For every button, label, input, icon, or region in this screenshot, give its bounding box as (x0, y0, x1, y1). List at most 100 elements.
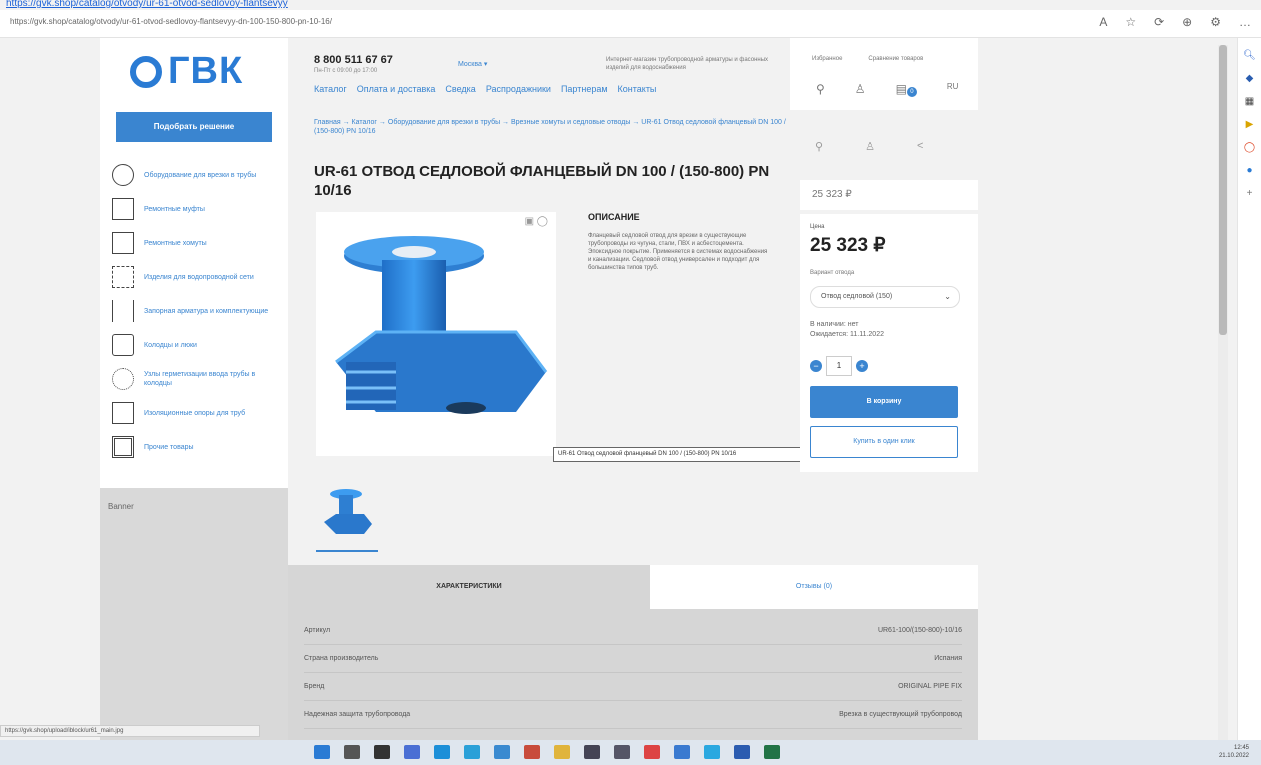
plus-icon[interactable]: + (1238, 188, 1261, 199)
add-to-cart-button[interactable]: В корзину (810, 386, 958, 418)
phone-number[interactable]: 8 800 511 67 67 (314, 54, 393, 66)
chrome-icon[interactable] (494, 745, 510, 759)
thumbnail-illustration (324, 489, 372, 534)
product-actions: ⚲ ♙ < (815, 140, 923, 153)
nav-payment-delivery[interactable]: Оплата и доставка (357, 84, 436, 94)
city-selector[interactable]: Москва ▾ (458, 60, 487, 68)
table-row: Бренд ORIGINAL PIPE FIX (304, 673, 962, 701)
compare-link[interactable]: Сравнение товаров (868, 56, 923, 62)
product-image[interactable]: ▣ ◯ (316, 212, 556, 456)
tapping-icon (112, 164, 134, 186)
product-thumbnail[interactable] (316, 480, 378, 552)
sealing-icon (112, 368, 134, 390)
excel-icon[interactable] (764, 745, 780, 759)
plus-button[interactable]: + (856, 360, 868, 372)
telegram-icon[interactable] (704, 745, 720, 759)
reader-icon[interactable]: A (1099, 15, 1107, 29)
settings-icon[interactable] (614, 745, 630, 759)
bird-icon[interactable]: ● (1238, 165, 1261, 176)
category-label: Изоляционные опоры для труб (144, 409, 246, 417)
stock-info: В наличии: нет Ожидается: 11.11.2022 (810, 320, 884, 340)
refresh-icon[interactable]: ⟳ (1154, 15, 1164, 29)
page-scrollbar[interactable] (1218, 45, 1228, 740)
site-logo[interactable]: ГВК (130, 50, 243, 93)
category-item[interactable]: Прочие товары (112, 430, 282, 464)
browser-actions: A ☆ ⟳ ⊕ ⚙ … (1099, 15, 1251, 29)
breadcrumb[interactable]: Главная → Каталог → Оборудование для вре… (314, 118, 786, 136)
tab-reviews[interactable]: Отзывы (0) (650, 565, 978, 609)
nav-partners[interactable]: Партнерам (561, 84, 608, 94)
scrollbar-thumb[interactable] (1219, 45, 1227, 335)
search-icon[interactable]: 🔍︎ (1238, 50, 1261, 61)
tag-icon[interactable]: ◆ (1238, 73, 1261, 84)
chat-icon[interactable] (404, 745, 420, 759)
category-item[interactable]: Узлы герметизации ввода трубы в колодцы (112, 362, 282, 396)
quantity-input[interactable]: 1 (826, 356, 852, 376)
variant-select[interactable]: Отвод седловой (150) ⌄ (810, 286, 960, 308)
folder-icon[interactable] (554, 745, 570, 759)
spec-label: Бренд (304, 683, 325, 690)
price-card: Цена 25 323 ₽ Вариант отвода Отвод седло… (800, 214, 978, 472)
compare-icon[interactable]: ⚲ (815, 140, 823, 153)
category-item[interactable]: Изоляционные опоры для труб (112, 396, 282, 430)
category-item[interactable]: Запорная арматура и комплектующие (112, 294, 282, 328)
top-link[interactable]: https://gvk.shop/catalog/otvody/ur-61-ot… (6, 0, 288, 8)
category-item[interactable]: Изделия для водопроводной сети (112, 260, 282, 294)
calculator-icon[interactable] (584, 745, 600, 759)
language-switch[interactable]: RU (947, 82, 959, 97)
browser-toolbar: https://gvk.shop/catalog/otvody/ur-61-ot… (0, 10, 1261, 38)
spec-value: Испания (934, 655, 962, 662)
category-item[interactable]: Оборудование для врезки в трубы (112, 158, 282, 192)
variant-value: Отвод седловой (150) (821, 293, 893, 300)
store-icon[interactable] (524, 745, 540, 759)
search-icon[interactable]: ⚲ (816, 82, 825, 97)
description-heading: ОПИСАНИЕ (588, 212, 640, 222)
nav-svedka[interactable]: Сведка (445, 84, 475, 94)
sticky-price: 25 323 ₽ (800, 180, 978, 210)
spec-value: UR61-100/(150-800)-10/16 (877, 627, 962, 634)
play-icon[interactable]: ▶ (1238, 119, 1261, 130)
pick-solution-button[interactable]: Подобрать решение (116, 112, 272, 142)
nav-catalog[interactable]: Каталог (314, 84, 347, 94)
specs-table: Артикул UR61-100/(150-800)-10/16 Страна п… (288, 609, 978, 740)
cart-icon[interactable]: ▤ 0 (896, 82, 917, 97)
share-icon[interactable]: < (917, 140, 923, 153)
more-icon[interactable]: … (1239, 15, 1251, 29)
start-icon[interactable] (314, 745, 330, 759)
circle-icon[interactable]: ◯ (1238, 142, 1261, 153)
clock-date: 21.10.2022 (1218, 753, 1249, 759)
search-icon[interactable] (344, 745, 360, 759)
settings-icon[interactable]: ⚙ (1210, 15, 1221, 29)
favorite-icon[interactable]: ☆ (1125, 15, 1136, 29)
quantity-stepper: − 1 + (810, 356, 868, 376)
zoom-icon[interactable]: ▣ (525, 216, 534, 227)
buy-one-click-button[interactable]: Купить в один клик (810, 426, 958, 458)
spec-label: Страна производитель (304, 655, 379, 662)
nav-sale[interactable]: Распродажники (486, 84, 551, 94)
extensions-icon[interactable]: ⊕ (1182, 15, 1192, 29)
minus-button[interactable]: − (810, 360, 822, 372)
explorer-icon[interactable] (374, 745, 390, 759)
support-icon (112, 402, 134, 424)
nav-contacts[interactable]: Контакты (618, 84, 657, 94)
fullscreen-icon[interactable]: ◯ (537, 216, 548, 227)
spec-label: Надежная защита трубопровода (304, 711, 411, 718)
category-label: Узлы герметизации ввода трубы в колодцы (144, 371, 256, 387)
favorites-link[interactable]: Избранное (812, 56, 842, 62)
edge-icon[interactable] (434, 745, 450, 759)
description-text: Фланцевый седловой отвод для врезки в су… (588, 233, 768, 271)
app-icon[interactable] (464, 745, 480, 759)
word-icon[interactable] (734, 745, 750, 759)
mail-icon[interactable] (674, 745, 690, 759)
tab-characteristics[interactable]: ХАРАКТЕРИСТИКИ (288, 565, 650, 609)
category-item[interactable]: Колодцы и люки (112, 328, 282, 362)
sidebar-banner[interactable]: Banner (100, 488, 288, 740)
cart-badge: 0 (906, 87, 917, 97)
yandex-icon[interactable] (644, 745, 660, 759)
favorite-icon[interactable]: ♙ (865, 140, 875, 153)
category-item[interactable]: Ремонтные хомуты (112, 226, 282, 260)
address-bar[interactable]: https://gvk.shop/catalog/otvody/ur-61-ot… (10, 17, 332, 26)
account-icon[interactable]: ♙ (855, 82, 866, 97)
category-item[interactable]: Ремонтные муфты (112, 192, 282, 226)
office-icon[interactable]: ▦ (1238, 96, 1261, 107)
